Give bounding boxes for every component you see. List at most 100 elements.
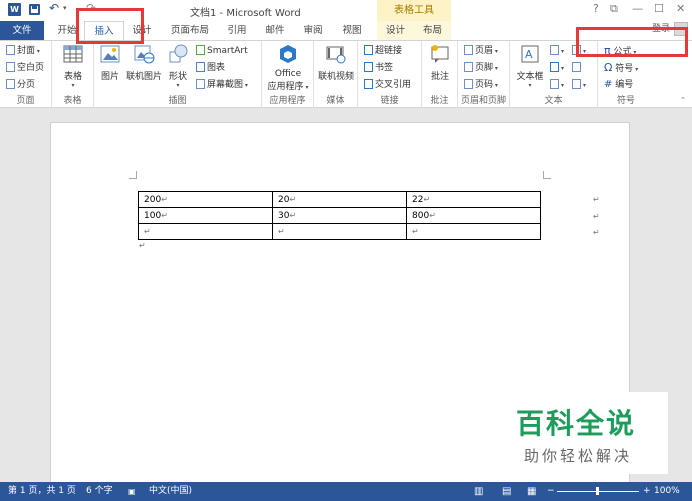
page-break-button[interactable]: 分页 [6,77,35,93]
table-cell[interactable]: 30↵ [272,207,407,224]
header-icon [464,45,473,55]
group-label-apps: 应用程序 [269,96,306,106]
zoom-in-button[interactable]: + [643,482,651,501]
web-layout-icon[interactable]: ▦ [527,482,536,501]
maximize-icon[interactable]: ☐ [654,2,664,15]
group-label-pages: 页面 [16,96,35,106]
zoom-level[interactable]: 100% [654,482,680,501]
table-cell[interactable]: 200↵ [138,191,273,208]
print-layout-icon[interactable]: ▤ [502,482,511,501]
online-picture-icon [134,45,155,64]
table-cell[interactable]: 20↵ [272,191,407,208]
word-count[interactable]: 6 个字 [86,482,113,501]
cross-reference-button[interactable]: 交叉引用 [364,77,411,93]
numbering-button[interactable]: # 编号 [604,77,633,93]
read-mode-icon[interactable]: ▥ [474,482,483,501]
object-icon [572,79,581,89]
table-row: 200↵ 20↵ 22↵ [138,191,541,208]
close-icon[interactable]: ✕ [676,2,685,15]
table-cell[interactable]: ↵ [138,223,273,240]
svg-text:A: A [525,48,533,61]
tab-table-layout[interactable]: 布局 [414,21,451,40]
cross-reference-icon [364,79,373,89]
bookmark-button[interactable]: 书签 [364,60,393,76]
tab-page-layout[interactable]: 页面布局 [166,21,214,40]
table-cell[interactable]: 100↵ [138,207,273,224]
group-pages: 封面 ▾ 空白页 分页 页面 [0,41,52,108]
smartart-button[interactable]: SmartArt [196,43,248,59]
cover-page-button[interactable]: 封面 ▾ [6,43,40,59]
minimize-icon[interactable]: — [632,2,643,15]
table-row: 100↵ 30↵ 800↵ [138,207,541,224]
shapes-button[interactable]: 形状 ▾ [166,43,190,89]
table-cell[interactable]: ↵ [406,223,541,240]
table-button[interactable]: 表格 ▾ [60,43,86,89]
tab-file[interactable]: 文件 [0,21,44,40]
hyperlink-button[interactable]: 超链接 [364,43,402,59]
word-app-icon[interactable]: W [8,3,21,16]
drop-cap-button[interactable]: ▾ [550,77,564,93]
office-store-icon [280,45,296,63]
group-label-header-footer: 页眉和页脚 [460,96,506,106]
zoom-out-button[interactable]: − [547,482,555,501]
row-end-mark: ↵ [593,195,600,204]
online-video-button[interactable]: 联机视频 [317,43,355,82]
tab-references[interactable]: 引用 [222,21,252,40]
watermark-logo: 百科全说 助你轻松解决 [500,392,668,474]
table-cell[interactable]: ↵ [272,223,407,240]
cover-page-icon [6,45,15,55]
header-button[interactable]: 页眉 ▾ [464,43,498,59]
screenshot-button[interactable]: 屏幕截图 ▾ [196,77,248,93]
watermark-title: 百科全说 [516,407,637,440]
row-end-mark: ↵ [593,228,600,237]
drop-cap-icon [550,79,559,89]
picture-button[interactable]: 图片 [98,43,122,82]
wordart-icon [550,62,559,72]
symbol-button[interactable]: Ω 符号 ▾ [604,60,638,76]
tab-mailings[interactable]: 邮件 [260,21,290,40]
ribbon-display-options-icon[interactable]: ⧉ [610,2,618,16]
group-tables: 表格 ▾ 表格 [52,41,94,108]
zoom-slider-thumb[interactable] [596,487,599,495]
group-label-text: 文本 [544,96,563,106]
proofing-icon[interactable]: ▣ [128,482,136,501]
language[interactable]: 中文(中国) [149,482,192,501]
number-icon: # [604,79,613,90]
group-apps: Office 应用程序 ▾ 应用程序 [262,41,314,108]
page-count[interactable]: 第 1 页，共 1 页 [8,482,76,501]
crop-mark-top-right [543,171,551,179]
date-time-icon [572,62,581,72]
footer-icon [464,62,473,72]
undo-icon[interactable]: ↶ [49,1,59,15]
collapse-ribbon-icon[interactable]: ⌃ [680,96,686,104]
group-label-illustrations: 插图 [168,96,187,106]
table-cell[interactable]: 22↵ [406,191,541,208]
wordart-button[interactable]: ▾ [550,60,564,76]
tab-view[interactable]: 视图 [337,21,367,40]
page-number-button[interactable]: 页码 ▾ [464,77,498,93]
group-media: 联机视频 媒体 [314,41,358,108]
date-time-button[interactable] [572,60,583,76]
group-label-links: 链接 [380,96,399,106]
textbox-button[interactable]: A 文本框 ▾ [514,43,546,89]
help-icon[interactable]: ? [593,2,599,15]
tab-review[interactable]: 审阅 [298,21,328,40]
save-icon[interactable] [29,4,40,15]
highlight-box-equation [576,27,688,57]
blank-page-button[interactable]: 空白页 [6,60,44,76]
object-button[interactable]: ▾ [572,77,586,93]
window-title: 文档1 - Microsoft Word [190,8,301,19]
smartart-icon [196,45,205,55]
chart-button[interactable]: 图表 [196,60,225,76]
undo-dropdown-icon[interactable]: ▾ [63,4,67,12]
hyperlink-icon [364,45,373,55]
comment-button[interactable]: 批注 [427,43,453,82]
office-apps-button[interactable]: Office 应用程序 ▾ [265,43,311,92]
quick-parts-button[interactable]: ▾ [550,43,564,59]
footer-button[interactable]: 页脚 ▾ [464,60,498,76]
online-picture-button[interactable]: 联机图片 [126,43,162,82]
tab-table-design[interactable]: 设计 [377,21,414,40]
data-table[interactable]: 200↵ 20↵ 22↵ 100↵ 30↵ 800↵ ↵ ↵ ↵ [138,191,541,240]
group-links: 超链接 书签 交叉引用 链接 [358,41,422,108]
table-cell[interactable]: 800↵ [406,207,541,224]
